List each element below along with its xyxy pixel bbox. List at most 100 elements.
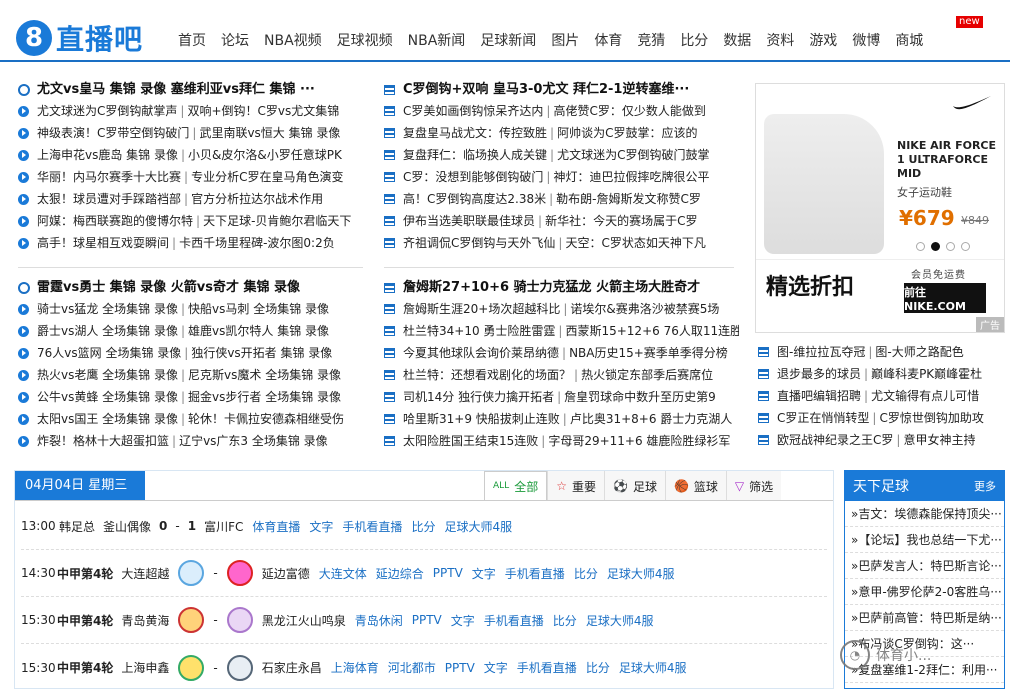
news-link[interactable]: 独行侠vs开拓者 集锦 录像 xyxy=(191,342,332,364)
news-link[interactable]: 阿媒：梅西联赛跑的傻博尔特 xyxy=(37,210,193,232)
schedule-date[interactable]: 04月04日 星期三 xyxy=(15,471,145,500)
news-link[interactable]: 太狠！球员遭对手踩踏裆部 xyxy=(37,188,181,210)
news-link[interactable]: 天空：C罗状态如天神下凡 xyxy=(565,232,705,254)
tab-basketball[interactable]: 🏀 篮球 xyxy=(664,471,726,501)
more-link[interactable]: 更多 xyxy=(974,478,996,494)
news-link[interactable]: 退步最多的球员 xyxy=(777,363,861,385)
news-link[interactable]: 欧冠战神纪录之王C罗 xyxy=(777,429,893,451)
nav-item[interactable]: 图片 xyxy=(551,30,579,50)
news-link[interactable]: 爵士vs湖人 全场集锦 录像 xyxy=(37,320,178,342)
match-link[interactable]: 比分 xyxy=(586,659,610,676)
news-link[interactable]: 官方分析拉达尔战术作用 xyxy=(191,188,323,210)
match-link[interactable]: PPTV xyxy=(445,661,475,675)
match-link[interactable]: 手机看直播 xyxy=(517,659,577,676)
match-link[interactable]: 大连文体 xyxy=(319,565,367,582)
news-link[interactable]: 直播吧编辑招聘 xyxy=(777,385,861,407)
match-link[interactable]: 手机看直播 xyxy=(484,612,544,629)
news-link[interactable]: 伊布当选美职联最佳球员 xyxy=(403,210,535,232)
carousel-dots[interactable] xyxy=(916,242,976,251)
news-link[interactable]: 天下足球-贝肯鲍尔君临天下 xyxy=(203,210,351,232)
news-link[interactable]: 卡西千场里程碑-波尔图0:2负 xyxy=(179,232,335,254)
news-link[interactable]: 热火锁定东部季后赛席位 xyxy=(581,364,713,386)
news-link[interactable]: 热火vs老鹰 全场集锦 录像 xyxy=(37,364,178,386)
nike-ad[interactable]: NIKE AIR FORCE 1 ULTRAFORCE MID 女子运动鞋 ¥6… xyxy=(755,83,1005,333)
nav-item[interactable]: NBA视频 xyxy=(264,30,322,50)
news-link[interactable]: 图-大师之路配色 xyxy=(875,341,963,363)
news-link[interactable]: 西蒙斯15+12+6 76人取11连胜 xyxy=(565,320,739,342)
nav-item[interactable]: 首页 xyxy=(178,30,206,50)
news-link[interactable]: 专业分析C罗在皇马角色演变 xyxy=(191,166,343,188)
news-link[interactable]: 上海申花vs鹿岛 集锦 录像 xyxy=(37,144,178,166)
match-link[interactable]: 青岛休闲 xyxy=(355,612,403,629)
block-title[interactable]: 詹姆斯27+10+6 骑士力克猛龙 火箭主场大胜奇才 xyxy=(384,278,739,298)
nav-item[interactable]: 数据 xyxy=(723,30,751,50)
news-link[interactable]: 骑士vs猛龙 全场集锦 录像 xyxy=(37,298,178,320)
nav-item[interactable]: 商城 xyxy=(895,30,923,50)
news-link[interactable]: C罗：没想到能够倒钩破门 xyxy=(403,166,543,188)
news-link[interactable]: 杜兰特34+10 勇士险胜雷霆 xyxy=(403,320,555,342)
side-news-item[interactable]: »巴萨前高管：特巴斯是纳··· xyxy=(845,605,1004,631)
block-title[interactable]: 尤文vs皇马 集锦 录像 塞维利亚vs拜仁 集锦 ··· xyxy=(18,80,368,100)
news-link[interactable]: 尼克斯vs魔术 全场集锦 录像 xyxy=(188,364,341,386)
news-link[interactable]: 字母哥29+11+6 雄鹿险胜绿衫军 xyxy=(548,430,730,452)
nav-item[interactable]: 微博 xyxy=(852,30,880,50)
news-link[interactable]: 华丽！内马尔赛季十大比赛 xyxy=(37,166,181,188)
match-link[interactable]: 比分 xyxy=(574,565,598,582)
match-link[interactable]: 足球大师4服 xyxy=(607,565,675,582)
match-link[interactable]: 上海体育 xyxy=(331,659,379,676)
news-link[interactable]: 双响+倒钩！C罗vs尤文集锦 xyxy=(187,100,339,122)
match-link[interactable]: 文字 xyxy=(472,565,496,582)
match-link[interactable]: 延边综合 xyxy=(376,565,424,582)
news-link[interactable]: 复盘皇马战尤文：传控致胜 xyxy=(403,122,547,144)
tab-all[interactable]: ALL 全部 xyxy=(484,471,548,501)
news-link[interactable]: 掘金vs步行者 全场集锦 录像 xyxy=(188,386,341,408)
news-link[interactable]: 卢比奥31+8+6 爵士力克湖人 xyxy=(570,408,732,430)
news-link[interactable]: 太阳险胜国王结束15连败 xyxy=(403,430,538,452)
nav-item[interactable]: 游戏 xyxy=(809,30,837,50)
news-link[interactable]: 公牛vs黄蜂 全场集锦 录像 xyxy=(37,386,178,408)
news-link[interactable]: 詹姆斯生涯20+场次超越科比 xyxy=(403,298,560,320)
news-link[interactable]: 杜兰特：还想看戏剧化的场面？ xyxy=(403,364,571,386)
site-logo[interactable]: 8 直播吧 xyxy=(16,18,143,58)
block-title[interactable]: C罗倒钩+双响 皇马3-0尤文 拜仁2-1逆转塞维··· xyxy=(384,80,739,100)
match-link[interactable]: 手机看直播 xyxy=(505,565,565,582)
nav-item[interactable]: 论坛 xyxy=(221,30,249,50)
ad-cta-button[interactable]: 前往 NIKE.COM xyxy=(904,283,986,313)
block-title[interactable]: 雷霆vs勇士 集锦 录像 火箭vs奇才 集锦 录像 xyxy=(18,278,368,298)
match-link[interactable]: 手机看直播 xyxy=(342,518,402,535)
news-link[interactable]: 尤文输得有点儿可惜 xyxy=(871,385,979,407)
match-link[interactable]: PPTV xyxy=(433,566,463,580)
news-link[interactable]: 轮休！卡佩拉安德森相继受伤 xyxy=(188,408,344,430)
news-link[interactable]: 神级表演！C罗带空倒钩破门 xyxy=(37,122,189,144)
match-link[interactable]: 文字 xyxy=(484,659,508,676)
carousel-dot[interactable] xyxy=(961,242,970,251)
side-news-item[interactable]: »意甲-佛罗伦萨2-0客胜乌··· xyxy=(845,579,1004,605)
carousel-dot-active[interactable] xyxy=(931,242,940,251)
nav-item[interactable]: 比分 xyxy=(680,30,708,50)
news-link[interactable]: 詹皇罚球命中数升至历史第9 xyxy=(564,386,716,408)
news-link[interactable]: 尤文球迷为C罗倒钩破门鼓掌 xyxy=(557,144,709,166)
news-link[interactable]: NBA历史15+赛季单季得分榜 xyxy=(569,342,728,364)
carousel-dot[interactable] xyxy=(946,242,955,251)
match-link[interactable]: 足球大师4服 xyxy=(444,518,512,535)
tab-important[interactable]: ☆ 重要 xyxy=(547,471,604,501)
news-link[interactable]: 图-维拉拉瓦夺冠 xyxy=(777,341,865,363)
match-link[interactable]: 足球大师4服 xyxy=(586,612,654,629)
news-link[interactable]: 齐祖调侃C罗倒钩与天外飞仙 xyxy=(403,232,555,254)
news-link[interactable]: 哈里斯31+9 快船拔刺止连败 xyxy=(403,408,560,430)
news-link[interactable]: 雄鹿vs凯尔特人 集锦 录像 xyxy=(188,320,329,342)
nav-item[interactable]: 足球新闻 xyxy=(480,30,536,50)
side-news-item[interactable]: »巴萨发言人：特巴斯言论··· xyxy=(845,553,1004,579)
news-link[interactable]: 高佬赞C罗：仅少数人能做到 xyxy=(553,100,705,122)
news-link[interactable]: 高！C罗倒钩高度达2.38米 xyxy=(403,188,546,210)
news-link[interactable]: 勒布朗-詹姆斯发文称赞C罗 xyxy=(556,188,701,210)
nav-item[interactable]: 体育 xyxy=(594,30,622,50)
carousel-dot[interactable] xyxy=(916,242,925,251)
news-link[interactable]: 司机14分 独行侠力擒开拓者 xyxy=(403,386,554,408)
nav-item[interactable]: 竞猜 xyxy=(637,30,665,50)
match-link[interactable]: 比分 xyxy=(553,612,577,629)
match-link[interactable]: PPTV xyxy=(412,613,442,627)
news-link[interactable]: C罗美如画倒钩惊呆齐达内 xyxy=(403,100,543,122)
nav-item[interactable]: 足球视频 xyxy=(337,30,393,50)
news-link[interactable]: 76人vs篮网 全场集锦 录像 xyxy=(37,342,181,364)
